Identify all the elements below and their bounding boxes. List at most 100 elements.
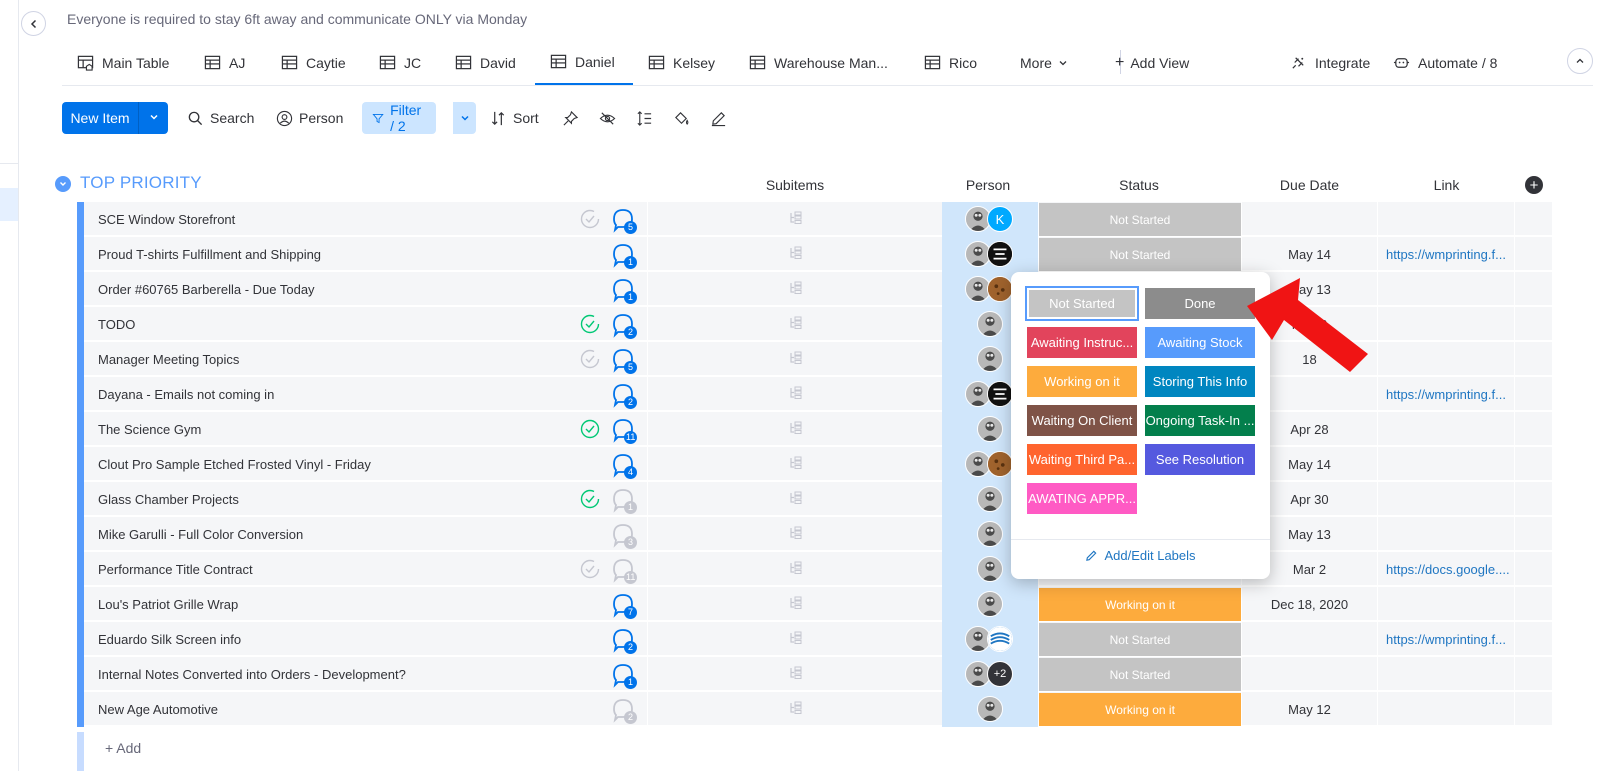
subitems-icon[interactable] <box>789 246 803 260</box>
link-cell[interactable]: https://docs.google.... <box>1386 562 1511 577</box>
subitems-icon[interactable] <box>789 421 803 435</box>
updates-bubble-icon[interactable]: 3 <box>610 522 638 550</box>
item-name[interactable]: Lou's Patriot Grille Wrap <box>98 597 238 612</box>
sort-button[interactable]: Sort <box>490 102 539 134</box>
table-row[interactable]: Clout Pro Sample Etched Frosted Vinyl - … <box>77 447 1552 482</box>
subitems-icon[interactable] <box>789 631 803 645</box>
subitems-icon[interactable] <box>789 561 803 575</box>
status-option[interactable]: Awaiting Stock <box>1145 327 1255 358</box>
add-item-row[interactable]: + Add <box>77 732 1552 771</box>
tab-aj[interactable]: AJ <box>204 40 245 85</box>
add-edit-labels-button[interactable]: Add/Edit Labels <box>1011 548 1270 563</box>
column-header-link[interactable]: Link <box>1379 177 1514 193</box>
item-name[interactable]: The Science Gym <box>98 422 201 437</box>
status-cell[interactable]: Working on it <box>1039 588 1241 621</box>
table-row[interactable]: Eduardo Silk Screen info 2 Not Started http… <box>77 622 1552 657</box>
column-header-status[interactable]: Status <box>1039 177 1239 193</box>
table-row[interactable]: Lou's Patriot Grille Wrap 7 Working on it D… <box>77 587 1552 622</box>
tab-kelsey[interactable]: Kelsey <box>648 40 715 85</box>
subitems-icon[interactable] <box>789 526 803 540</box>
status-option[interactable]: Storing This Info <box>1145 366 1255 397</box>
rail-selected-item[interactable] <box>0 188 18 221</box>
status-option[interactable]: Not Started <box>1025 286 1139 321</box>
person-cell[interactable]: +2 <box>942 657 1038 692</box>
group-title[interactable]: TOP PRIORITY <box>80 173 202 193</box>
item-name[interactable]: Eduardo Silk Screen info <box>98 632 241 647</box>
updates-bubble-icon[interactable]: 11 <box>610 557 638 585</box>
person-filter-button[interactable]: Person <box>276 102 343 134</box>
link-cell[interactable]: https://wmprinting.f... <box>1386 387 1511 402</box>
filter-dropdown-button[interactable] <box>452 102 476 134</box>
tab-david[interactable]: David <box>455 40 516 85</box>
subitems-icon[interactable] <box>789 596 803 610</box>
status-cell[interactable]: Not Started <box>1039 238 1241 271</box>
subitems-icon[interactable] <box>789 351 803 365</box>
item-name[interactable]: Mike Garulli - Full Color Conversion <box>98 527 303 542</box>
item-name[interactable]: Dayana - Emails not coming in <box>98 387 274 402</box>
table-row[interactable]: Proud T-shirts Fulfillment and Shipping 1… <box>77 237 1552 272</box>
link-cell[interactable]: https://wmprinting.f... <box>1386 247 1511 262</box>
updates-bubble-icon[interactable]: 1 <box>610 662 638 690</box>
item-name[interactable]: Glass Chamber Projects <box>98 492 239 507</box>
updates-bubble-icon[interactable]: 2 <box>610 627 638 655</box>
item-name[interactable]: SCE Window Storefront <box>98 212 235 227</box>
updates-bubble-icon[interactable]: 1 <box>610 277 638 305</box>
table-row[interactable]: Internal Notes Converted into Orders - D… <box>77 657 1552 692</box>
item-name[interactable]: TODO <box>98 317 135 332</box>
table-row[interactable]: Glass Chamber Projects 1 Apr 30 <box>77 482 1552 517</box>
table-row[interactable]: SCE Window Storefront 5 K Not Started <box>77 202 1552 237</box>
filter-button[interactable]: Filter / 2 <box>362 102 437 134</box>
tab-caytie[interactable]: Caytie <box>281 40 346 85</box>
item-name[interactable]: Manager Meeting Topics <box>98 352 239 367</box>
link-cell[interactable]: https://wmprinting.f... <box>1386 632 1511 647</box>
subitems-icon[interactable] <box>789 316 803 330</box>
tab-rico[interactable]: Rico <box>924 40 977 85</box>
subitems-icon[interactable] <box>789 491 803 505</box>
status-cell[interactable]: Working on it <box>1039 693 1241 726</box>
more-tabs-button[interactable]: More <box>1020 40 1068 85</box>
person-cell[interactable] <box>942 237 1038 272</box>
person-cell[interactable] <box>942 622 1038 657</box>
collapse-header-button[interactable] <box>1567 48 1593 74</box>
automate-button[interactable]: Automate / 8 <box>1393 40 1497 85</box>
status-cell[interactable]: Not Started <box>1039 623 1241 656</box>
edit-button[interactable] <box>710 102 727 134</box>
due-date-cell[interactable]: May 12 <box>1242 702 1377 717</box>
board-description[interactable]: Everyone is required to stay 6ft away an… <box>67 11 527 27</box>
tab-warehouse[interactable]: Warehouse Man... <box>749 40 888 85</box>
add-column-button[interactable]: + <box>1525 176 1543 194</box>
updates-bubble-icon[interactable]: 1 <box>610 487 638 515</box>
add-view-button[interactable]: + Add View <box>1115 40 1189 85</box>
subitems-icon[interactable] <box>789 666 803 680</box>
status-option[interactable]: Working on it <box>1027 366 1137 397</box>
updates-bubble-icon[interactable]: 5 <box>610 347 638 375</box>
item-name[interactable]: Internal Notes Converted into Orders - D… <box>98 667 406 682</box>
tab-jc[interactable]: JC <box>379 40 421 85</box>
status-cell[interactable]: Not Started <box>1039 203 1241 236</box>
group-collapse-button[interactable] <box>55 176 71 192</box>
item-name[interactable]: New Age Automotive <box>98 702 218 717</box>
subitems-icon[interactable] <box>789 386 803 400</box>
updates-bubble-icon[interactable]: 7 <box>610 592 638 620</box>
color-fill-button[interactable] <box>673 102 690 134</box>
updates-bubble-icon[interactable]: 11 <box>610 417 638 445</box>
status-option[interactable]: Waiting On Client <box>1027 405 1137 436</box>
table-row[interactable]: Performance Title Contract 11 Mar 2 https:/… <box>77 552 1552 587</box>
status-option[interactable]: See Resolution <box>1145 444 1255 475</box>
new-item-button[interactable]: New Item <box>62 102 168 134</box>
item-name[interactable]: Clout Pro Sample Etched Frosted Vinyl - … <box>98 457 371 472</box>
updates-bubble-icon[interactable]: 2 <box>610 697 638 725</box>
subitems-icon[interactable] <box>789 211 803 225</box>
updates-bubble-icon[interactable]: 5 <box>610 207 638 235</box>
hide-columns-button[interactable] <box>599 102 616 134</box>
subitems-icon[interactable] <box>789 281 803 295</box>
item-name[interactable]: Order #60765 Barberella - Due Today <box>98 282 315 297</box>
updates-bubble-icon[interactable]: 2 <box>610 382 638 410</box>
status-option[interactable]: Waiting Third Pa... <box>1027 444 1137 475</box>
item-name[interactable]: Proud T-shirts Fulfillment and Shipping <box>98 247 321 262</box>
updates-bubble-icon[interactable]: 4 <box>610 452 638 480</box>
updates-bubble-icon[interactable]: 1 <box>610 242 638 270</box>
person-cell[interactable] <box>942 692 1038 727</box>
tab-main-table[interactable]: Main Table <box>77 40 169 85</box>
integrate-button[interactable]: Integrate <box>1290 40 1370 85</box>
